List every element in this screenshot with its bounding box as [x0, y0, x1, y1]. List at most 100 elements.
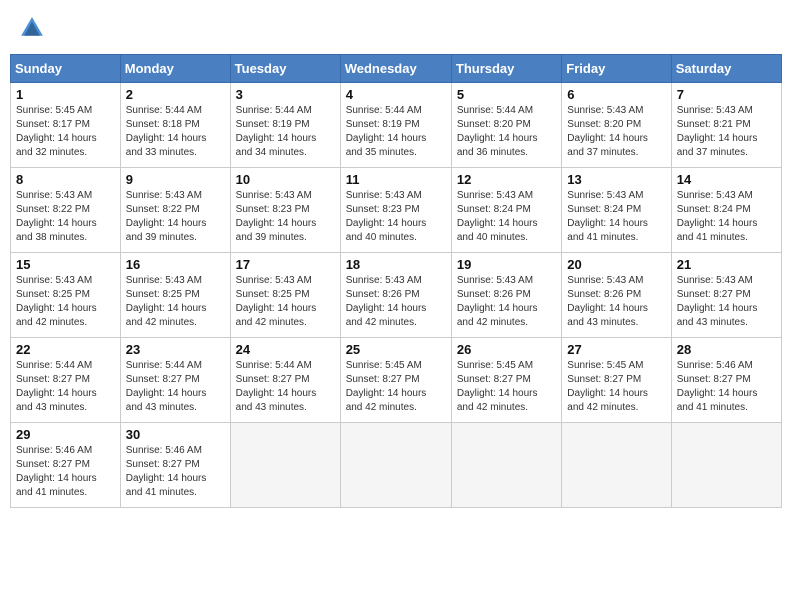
weekday-header-monday: Monday [120, 55, 230, 83]
day-info: Sunrise: 5:44 AM Sunset: 8:27 PM Dayligh… [126, 359, 225, 415]
day-number: 29 [16, 427, 115, 442]
day-info: Sunrise: 5:43 AM Sunset: 8:25 PM Dayligh… [16, 274, 115, 330]
logo-icon [18, 14, 46, 42]
calendar-cell: 23 Sunrise: 5:44 AM Sunset: 8:27 PM Dayli… [120, 338, 230, 423]
weekday-header-thursday: Thursday [451, 55, 561, 83]
calendar-cell: 28 Sunrise: 5:46 AM Sunset: 8:27 PM Dayli… [671, 338, 781, 423]
calendar-cell: 7Sunrise: 5:43 AM Sunset: 8:21 PM Daylig… [671, 83, 781, 168]
day-number: 11 [346, 172, 446, 187]
day-info: Sunrise: 5:46 AM Sunset: 8:27 PM Dayligh… [126, 444, 225, 500]
week-row-2: 8 Sunrise: 5:43 AM Sunset: 8:22 PM Daylig… [11, 168, 782, 253]
calendar-cell: 26 Sunrise: 5:45 AM Sunset: 8:27 PM Dayli… [451, 338, 561, 423]
day-number: 28 [677, 342, 776, 357]
day-info: Sunrise: 5:44 AM Sunset: 8:27 PM Dayligh… [236, 359, 335, 415]
weekday-header-friday: Friday [562, 55, 671, 83]
calendar-cell: 18 Sunrise: 5:43 AM Sunset: 8:26 PM Dayli… [340, 253, 451, 338]
weekday-header-wednesday: Wednesday [340, 55, 451, 83]
calendar-cell: 13Sunrise: 5:43 AM Sunset: 8:24 PM Dayli… [562, 168, 671, 253]
day-info: Sunrise: 5:43 AM Sunset: 8:24 PM Dayligh… [677, 189, 776, 245]
calendar-cell: 15 Sunrise: 5:43 AM Sunset: 8:25 PM Dayli… [11, 253, 121, 338]
calendar-cell [340, 423, 451, 508]
day-number: 3 [236, 87, 335, 102]
day-info: Sunrise: 5:43 AM Sunset: 8:22 PM Dayligh… [126, 189, 225, 245]
weekday-header-saturday: Saturday [671, 55, 781, 83]
logo [18, 14, 50, 42]
calendar-cell: 6 Sunrise: 5:43 AM Sunset: 8:20 PM Daylig… [562, 83, 671, 168]
day-info: Sunrise: 5:43 AM Sunset: 8:20 PM Dayligh… [567, 104, 665, 160]
calendar-cell: 22 Sunrise: 5:44 AM Sunset: 8:27 PM Dayli… [11, 338, 121, 423]
day-info: Sunrise: 5:43 AM Sunset: 8:25 PM Dayligh… [126, 274, 225, 330]
calendar-cell: 5Sunrise: 5:44 AM Sunset: 8:20 PM Daylig… [451, 83, 561, 168]
day-number: 16 [126, 257, 225, 272]
calendar-cell: 2 Sunrise: 5:44 AM Sunset: 8:18 PM Daylig… [120, 83, 230, 168]
day-number: 15 [16, 257, 115, 272]
day-info: Sunrise: 5:44 AM Sunset: 8:18 PM Dayligh… [126, 104, 225, 160]
day-number: 12 [457, 172, 556, 187]
day-number: 4 [346, 87, 446, 102]
calendar-cell: 3 Sunrise: 5:44 AM Sunset: 8:19 PM Daylig… [230, 83, 340, 168]
day-info: Sunrise: 5:45 AM Sunset: 8:17 PM Dayligh… [16, 104, 115, 160]
week-row-3: 15 Sunrise: 5:43 AM Sunset: 8:25 PM Dayli… [11, 253, 782, 338]
day-number: 9 [126, 172, 225, 187]
day-number: 8 [16, 172, 115, 187]
day-info: Sunrise: 5:43 AM Sunset: 8:25 PM Dayligh… [236, 274, 335, 330]
weekday-header-tuesday: Tuesday [230, 55, 340, 83]
day-info: Sunrise: 5:43 AM Sunset: 8:24 PM Dayligh… [457, 189, 556, 245]
day-info: Sunrise: 5:43 AM Sunset: 8:24 PM Dayligh… [567, 189, 665, 245]
day-info: Sunrise: 5:44 AM Sunset: 8:19 PM Dayligh… [236, 104, 335, 160]
day-info: Sunrise: 5:43 AM Sunset: 8:26 PM Dayligh… [567, 274, 665, 330]
weekday-header-row: SundayMondayTuesdayWednesdayThursdayFrid… [11, 55, 782, 83]
day-number: 21 [677, 257, 776, 272]
calendar-cell: 16 Sunrise: 5:43 AM Sunset: 8:25 PM Dayli… [120, 253, 230, 338]
day-info: Sunrise: 5:43 AM Sunset: 8:26 PM Dayligh… [457, 274, 556, 330]
day-number: 19 [457, 257, 556, 272]
weekday-header-sunday: Sunday [11, 55, 121, 83]
day-number: 1 [16, 87, 115, 102]
week-row-4: 22 Sunrise: 5:44 AM Sunset: 8:27 PM Dayli… [11, 338, 782, 423]
day-number: 5 [457, 87, 556, 102]
day-info: Sunrise: 5:43 AM Sunset: 8:26 PM Dayligh… [346, 274, 446, 330]
day-number: 30 [126, 427, 225, 442]
day-number: 6 [567, 87, 665, 102]
calendar-cell: 8 Sunrise: 5:43 AM Sunset: 8:22 PM Daylig… [11, 168, 121, 253]
calendar-table: SundayMondayTuesdayWednesdayThursdayFrid… [10, 54, 782, 508]
day-info: Sunrise: 5:43 AM Sunset: 8:21 PM Dayligh… [677, 104, 776, 160]
day-number: 2 [126, 87, 225, 102]
day-info: Sunrise: 5:43 AM Sunset: 8:27 PM Dayligh… [677, 274, 776, 330]
day-info: Sunrise: 5:46 AM Sunset: 8:27 PM Dayligh… [16, 444, 115, 500]
day-number: 17 [236, 257, 335, 272]
calendar-cell: 19 Sunrise: 5:43 AM Sunset: 8:26 PM Dayli… [451, 253, 561, 338]
week-row-1: 1 Sunrise: 5:45 AM Sunset: 8:17 PM Daylig… [11, 83, 782, 168]
calendar-cell: 27 Sunrise: 5:45 AM Sunset: 8:27 PM Dayli… [562, 338, 671, 423]
day-number: 14 [677, 172, 776, 187]
day-info: Sunrise: 5:44 AM Sunset: 8:19 PM Dayligh… [346, 104, 446, 160]
calendar-cell: 25Sunrise: 5:45 AM Sunset: 8:27 PM Dayli… [340, 338, 451, 423]
day-number: 22 [16, 342, 115, 357]
calendar-cell: 29 Sunrise: 5:46 AM Sunset: 8:27 PM Dayli… [11, 423, 121, 508]
day-info: Sunrise: 5:45 AM Sunset: 8:27 PM Dayligh… [457, 359, 556, 415]
calendar-cell: 10Sunrise: 5:43 AM Sunset: 8:23 PM Dayli… [230, 168, 340, 253]
day-number: 23 [126, 342, 225, 357]
calendar-cell: 24 Sunrise: 5:44 AM Sunset: 8:27 PM Dayli… [230, 338, 340, 423]
calendar-cell [451, 423, 561, 508]
header [10, 10, 782, 46]
day-info: Sunrise: 5:46 AM Sunset: 8:27 PM Dayligh… [677, 359, 776, 415]
day-number: 24 [236, 342, 335, 357]
day-info: Sunrise: 5:45 AM Sunset: 8:27 PM Dayligh… [567, 359, 665, 415]
calendar-cell [230, 423, 340, 508]
day-number: 25 [346, 342, 446, 357]
day-number: 20 [567, 257, 665, 272]
calendar-cell: 11 Sunrise: 5:43 AM Sunset: 8:23 PM Dayli… [340, 168, 451, 253]
day-info: Sunrise: 5:44 AM Sunset: 8:27 PM Dayligh… [16, 359, 115, 415]
day-info: Sunrise: 5:43 AM Sunset: 8:23 PM Dayligh… [346, 189, 446, 245]
calendar-cell: 4 Sunrise: 5:44 AM Sunset: 8:19 PM Daylig… [340, 83, 451, 168]
day-number: 26 [457, 342, 556, 357]
day-info: Sunrise: 5:43 AM Sunset: 8:22 PM Dayligh… [16, 189, 115, 245]
calendar-cell: 30 Sunrise: 5:46 AM Sunset: 8:27 PM Dayli… [120, 423, 230, 508]
calendar-cell [562, 423, 671, 508]
day-number: 18 [346, 257, 446, 272]
calendar-cell: 20 Sunrise: 5:43 AM Sunset: 8:26 PM Dayli… [562, 253, 671, 338]
day-info: Sunrise: 5:43 AM Sunset: 8:23 PM Dayligh… [236, 189, 335, 245]
calendar-cell: 21 Sunrise: 5:43 AM Sunset: 8:27 PM Dayli… [671, 253, 781, 338]
day-number: 27 [567, 342, 665, 357]
